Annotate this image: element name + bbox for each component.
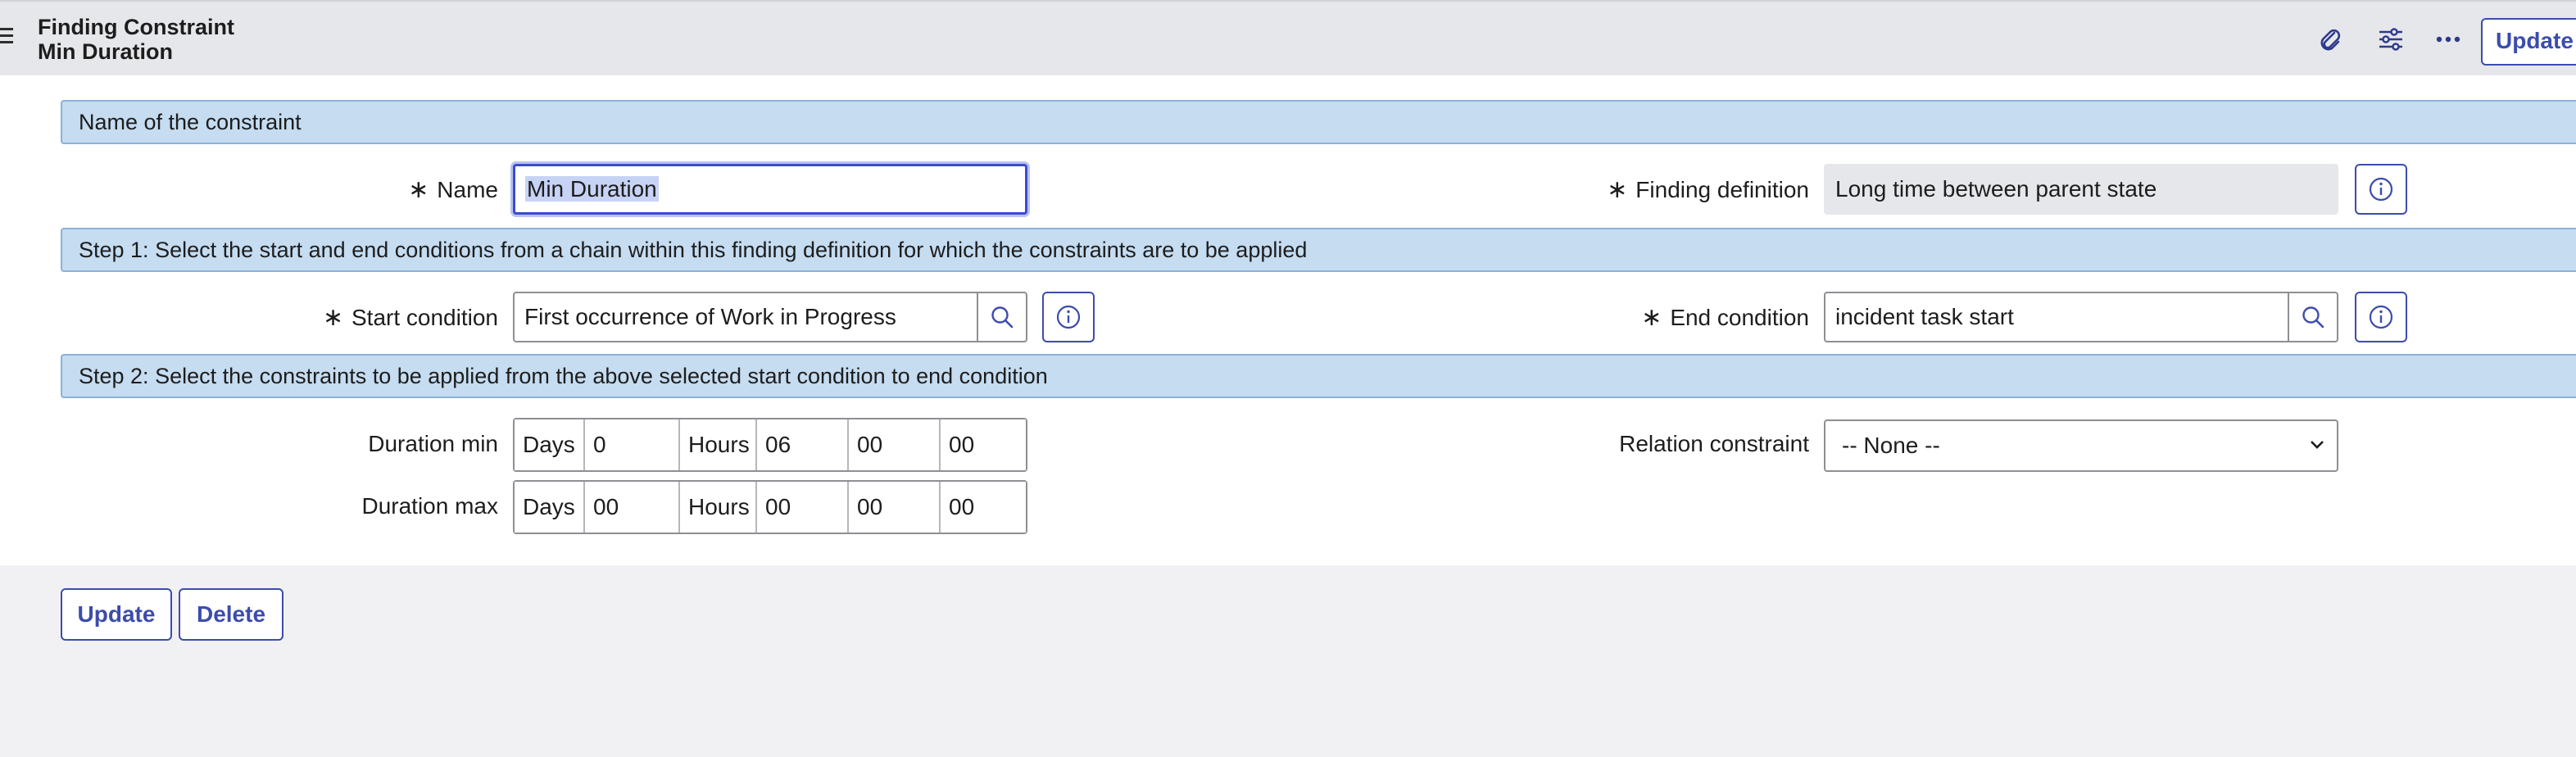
duration-max-seconds-input[interactable]: 00 [941,482,1026,533]
start-condition-info-button[interactable] [1042,292,1095,342]
info-icon [1056,305,1081,329]
end-condition-label-text: End condition [1670,305,1809,330]
section-name-of-constraint: Name of the constraint [61,100,2576,144]
hours-label: Hours [680,482,757,533]
duration-max-minutes-input[interactable]: 00 [849,482,941,533]
paperclip-icon[interactable] [2315,25,2345,54]
finding-definition-info-button[interactable] [2355,164,2407,215]
required-icon: ∗ [1607,176,1628,203]
required-icon: ∗ [322,304,343,331]
duration-max-hours-input[interactable]: 00 [757,482,849,533]
name-label-text: Name [437,177,498,202]
duration-min-field: Days 0 Hours 06 00 00 [513,418,1027,472]
update-button[interactable]: Update [61,588,172,641]
end-condition-lookup-button[interactable] [2288,292,2338,342]
relation-constraint-select[interactable]: -- None -- [1824,419,2338,472]
header-update-button[interactable]: Update [2481,18,2576,66]
start-condition-label-text: Start condition [351,305,498,330]
duration-min-minutes-input[interactable]: 00 [849,419,941,470]
finding-definition-field: Long time between parent state [1824,164,2338,215]
hours-label: Hours [680,419,757,470]
info-icon [2369,177,2393,202]
duration-min-hours-input[interactable]: 06 [757,419,849,470]
sliders-icon[interactable] [2376,25,2406,54]
search-icon [991,306,1014,329]
duration-max-field: Days 00 Hours 00 00 00 [513,480,1027,534]
info-icon [2369,305,2393,329]
section-step1: Step 1: Select the start and end conditi… [61,228,2576,272]
section-step2: Step 2: Select the constraints to be app… [61,354,2576,398]
search-icon [2302,306,2324,329]
duration-max-days-input[interactable]: 00 [585,482,680,533]
end-condition-label: ∗ End condition [1557,303,1809,332]
form-header: Finding Constraint Min Duration Update [0,0,2576,75]
relation-constraint-value: -- None -- [1842,433,1940,458]
finding-definition-label: ∗ Finding definition [1557,175,1809,204]
end-condition-input[interactable]: incident task start [1824,292,2289,342]
name-input-value: Min Duration [525,176,659,202]
start-condition-lookup-button[interactable] [977,292,1027,342]
duration-max-label: Duration max [361,493,498,519]
record-name-title: Min Duration [38,39,173,64]
name-input[interactable]: Min Duration [513,164,1027,215]
days-label: Days [515,482,585,533]
delete-button[interactable]: Delete [179,588,283,641]
end-condition-info-button[interactable] [2355,292,2407,342]
start-condition-label: ∗ Start condition [246,303,498,332]
name-label: ∗ Name [311,175,498,204]
required-icon: ∗ [408,176,429,203]
required-icon: ∗ [1641,304,1662,331]
constraint-form: Name of the constraint ∗ Name Min Duratio… [0,75,2576,565]
record-type-title: Finding Constraint [38,15,234,39]
chevron-down-icon [2311,441,2324,449]
menu-icon[interactable] [0,28,15,48]
duration-min-days-input[interactable]: 0 [585,419,680,470]
finding-definition-label-text: Finding definition [1635,177,1809,202]
duration-min-seconds-input[interactable]: 00 [941,419,1026,470]
duration-min-label: Duration min [368,431,498,456]
more-icon[interactable] [2433,25,2463,54]
relation-constraint-label: Relation constraint [1619,431,1809,456]
days-label: Days [515,419,585,470]
start-condition-input[interactable]: First occurrence of Work in Progress [513,292,978,342]
